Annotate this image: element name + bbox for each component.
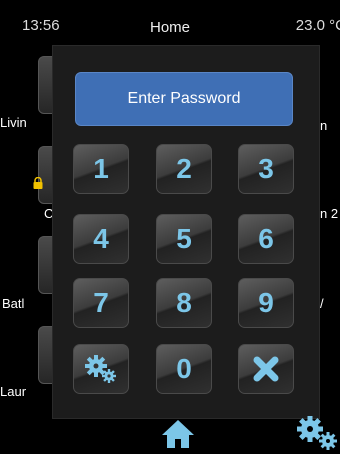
settings-gear-icon[interactable]	[292, 415, 340, 451]
page-title: Home	[149, 19, 190, 36]
home-icon[interactable]	[160, 418, 196, 450]
settings-key[interactable]	[73, 344, 129, 394]
key-1[interactable]: 1	[73, 144, 129, 194]
key-7[interactable]: 7	[73, 278, 129, 328]
key-0[interactable]: 0	[156, 344, 212, 394]
room-label-right-2: n 2	[320, 206, 339, 221]
close-icon	[253, 356, 279, 382]
key-2[interactable]: 2	[156, 144, 212, 194]
clear-key[interactable]	[238, 344, 294, 394]
key-5[interactable]: 5	[156, 214, 212, 264]
key-4[interactable]: 4	[73, 214, 129, 264]
key-6[interactable]: 6	[238, 214, 294, 264]
key-8[interactable]: 8	[156, 278, 212, 328]
room-label-laundry: Laur	[0, 384, 27, 399]
password-dialog: Enter Password 1 2 3 4 5 6 7 8 9 0	[52, 45, 320, 419]
status-bar: 13:56 Home 23.0 °C	[0, 0, 340, 44]
dialog-title: Enter Password	[75, 72, 293, 126]
room-label-living: Livin	[0, 115, 27, 130]
room-label-right-3: /	[320, 296, 324, 311]
key-3[interactable]: 3	[238, 144, 294, 194]
lock-icon	[33, 177, 43, 189]
temperature-readout: 23.0 °C	[295, 17, 340, 34]
room-label-right-1: n	[320, 118, 328, 133]
room-label-bath: Batl	[2, 296, 25, 311]
key-9[interactable]: 9	[238, 278, 294, 328]
gears-icon	[85, 355, 116, 383]
